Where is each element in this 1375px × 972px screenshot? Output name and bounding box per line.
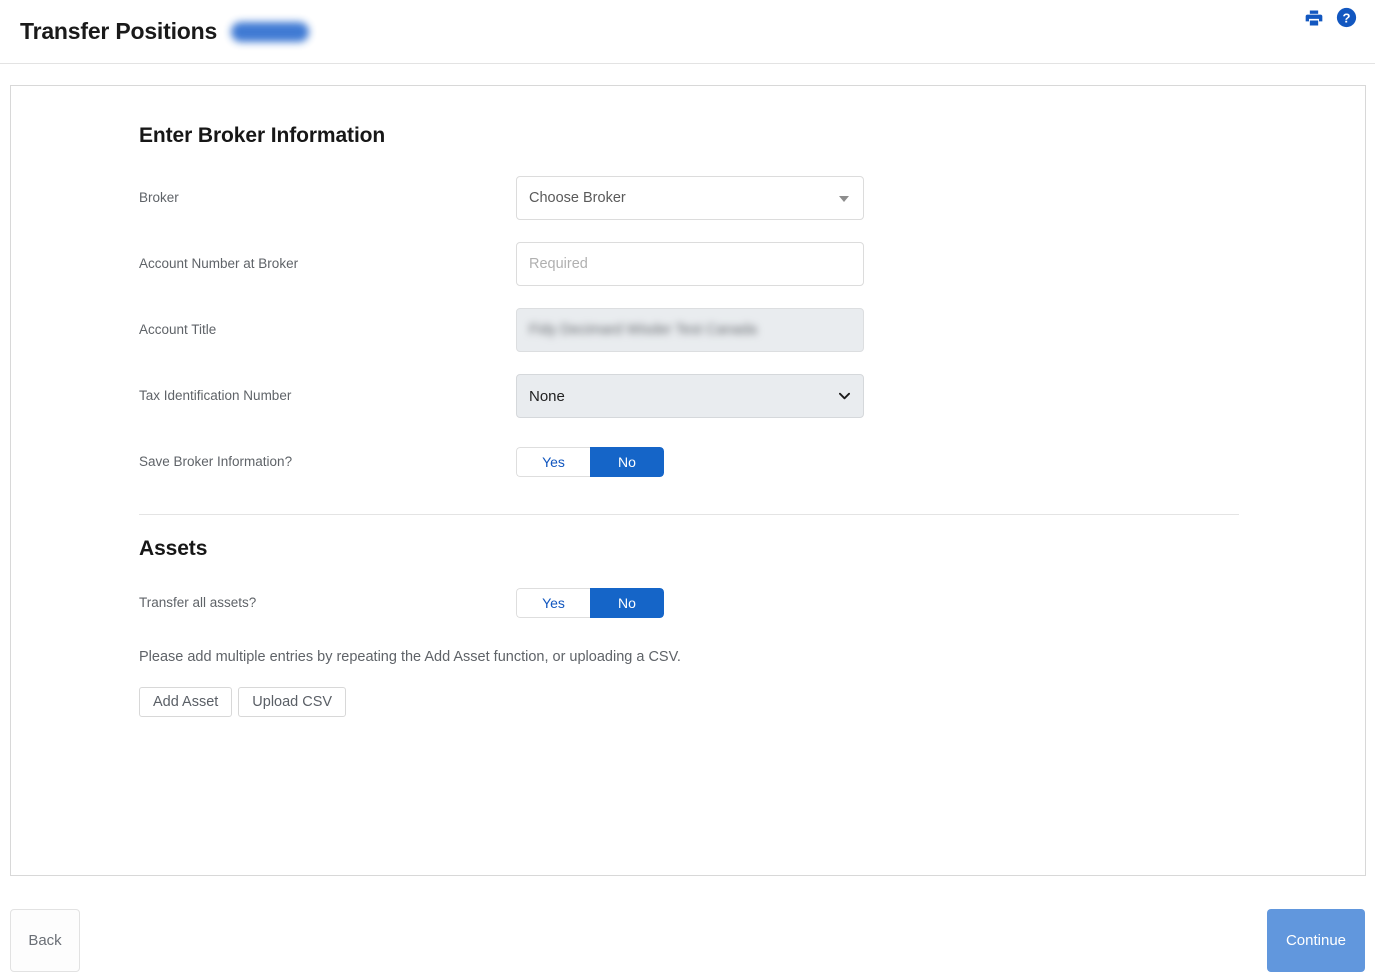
account-title-value: Fidy Decimard Wisder Test Canada [517, 309, 863, 351]
footer-bar: Back Continue [0, 905, 1375, 970]
upload-csv-button[interactable]: Upload CSV [238, 687, 346, 717]
assets-button-row: Add Asset Upload CSV [139, 687, 1121, 717]
account-title-input-disabled: Fidy Decimard Wisder Test Canada [516, 308, 864, 352]
section-divider [139, 514, 1239, 515]
form-row-tax-id: Tax Identification Number None [139, 374, 1121, 418]
transfer-all-label: Transfer all assets? [139, 595, 516, 611]
form-row-save-broker: Save Broker Information? Yes No [139, 440, 1121, 484]
help-circle-icon: ? [1336, 7, 1357, 31]
save-broker-field-control: Yes No [516, 447, 864, 477]
form-container: Enter Broker Information Broker Choose B… [11, 86, 1121, 717]
back-button[interactable]: Back [10, 909, 80, 972]
svg-text:?: ? [1342, 10, 1350, 25]
broker-field-control: Choose Broker [516, 176, 864, 220]
save-broker-no-option[interactable]: No [590, 447, 664, 477]
account-number-input[interactable] [516, 242, 864, 286]
tax-id-label: Tax Identification Number [139, 388, 516, 404]
chevron-down-icon [839, 196, 849, 202]
broker-selected-value: Choose Broker [529, 190, 626, 206]
header-title-group: Transfer Positions [20, 20, 309, 43]
header-actions: ? [1303, 8, 1357, 30]
print-icon [1304, 8, 1324, 31]
account-title-field-control: Fidy Decimard Wisder Test Canada [516, 308, 864, 352]
app-header: Transfer Positions ? [0, 0, 1375, 64]
transfer-all-yes-option[interactable]: Yes [516, 588, 590, 618]
broker-select[interactable]: Choose Broker [516, 176, 864, 220]
continue-button[interactable]: Continue [1267, 909, 1365, 972]
save-broker-toggle[interactable]: Yes No [516, 447, 664, 477]
form-row-broker: Broker Choose Broker [139, 176, 1121, 220]
transfer-all-toggle[interactable]: Yes No [516, 588, 664, 618]
account-number-label: Account Number at Broker [139, 256, 516, 272]
transfer-all-field-control: Yes No [516, 588, 864, 618]
main-content-card: Enter Broker Information Broker Choose B… [10, 85, 1366, 876]
account-number-field-control [516, 242, 864, 286]
redacted-account-badge[interactable] [231, 22, 309, 42]
assets-section-heading: Assets [139, 537, 1121, 561]
help-button[interactable]: ? [1335, 8, 1357, 30]
save-broker-label: Save Broker Information? [139, 454, 516, 470]
account-title-label: Account Title [139, 322, 516, 338]
transfer-all-no-option[interactable]: No [590, 588, 664, 618]
broker-label: Broker [139, 190, 516, 206]
add-asset-button[interactable]: Add Asset [139, 687, 232, 717]
save-broker-yes-option[interactable]: Yes [516, 447, 590, 477]
form-row-account-number: Account Number at Broker [139, 242, 1121, 286]
assets-help-text: Please add multiple entries by repeating… [139, 649, 1121, 665]
print-button[interactable] [1303, 8, 1325, 30]
tax-id-select[interactable]: None [516, 374, 864, 418]
page-title: Transfer Positions [20, 20, 217, 43]
broker-section-heading: Enter Broker Information [139, 124, 1121, 148]
tax-id-field-control: None [516, 374, 864, 418]
form-row-transfer-all: Transfer all assets? Yes No [139, 581, 1121, 625]
form-row-account-title: Account Title Fidy Decimard Wisder Test … [139, 308, 1121, 352]
